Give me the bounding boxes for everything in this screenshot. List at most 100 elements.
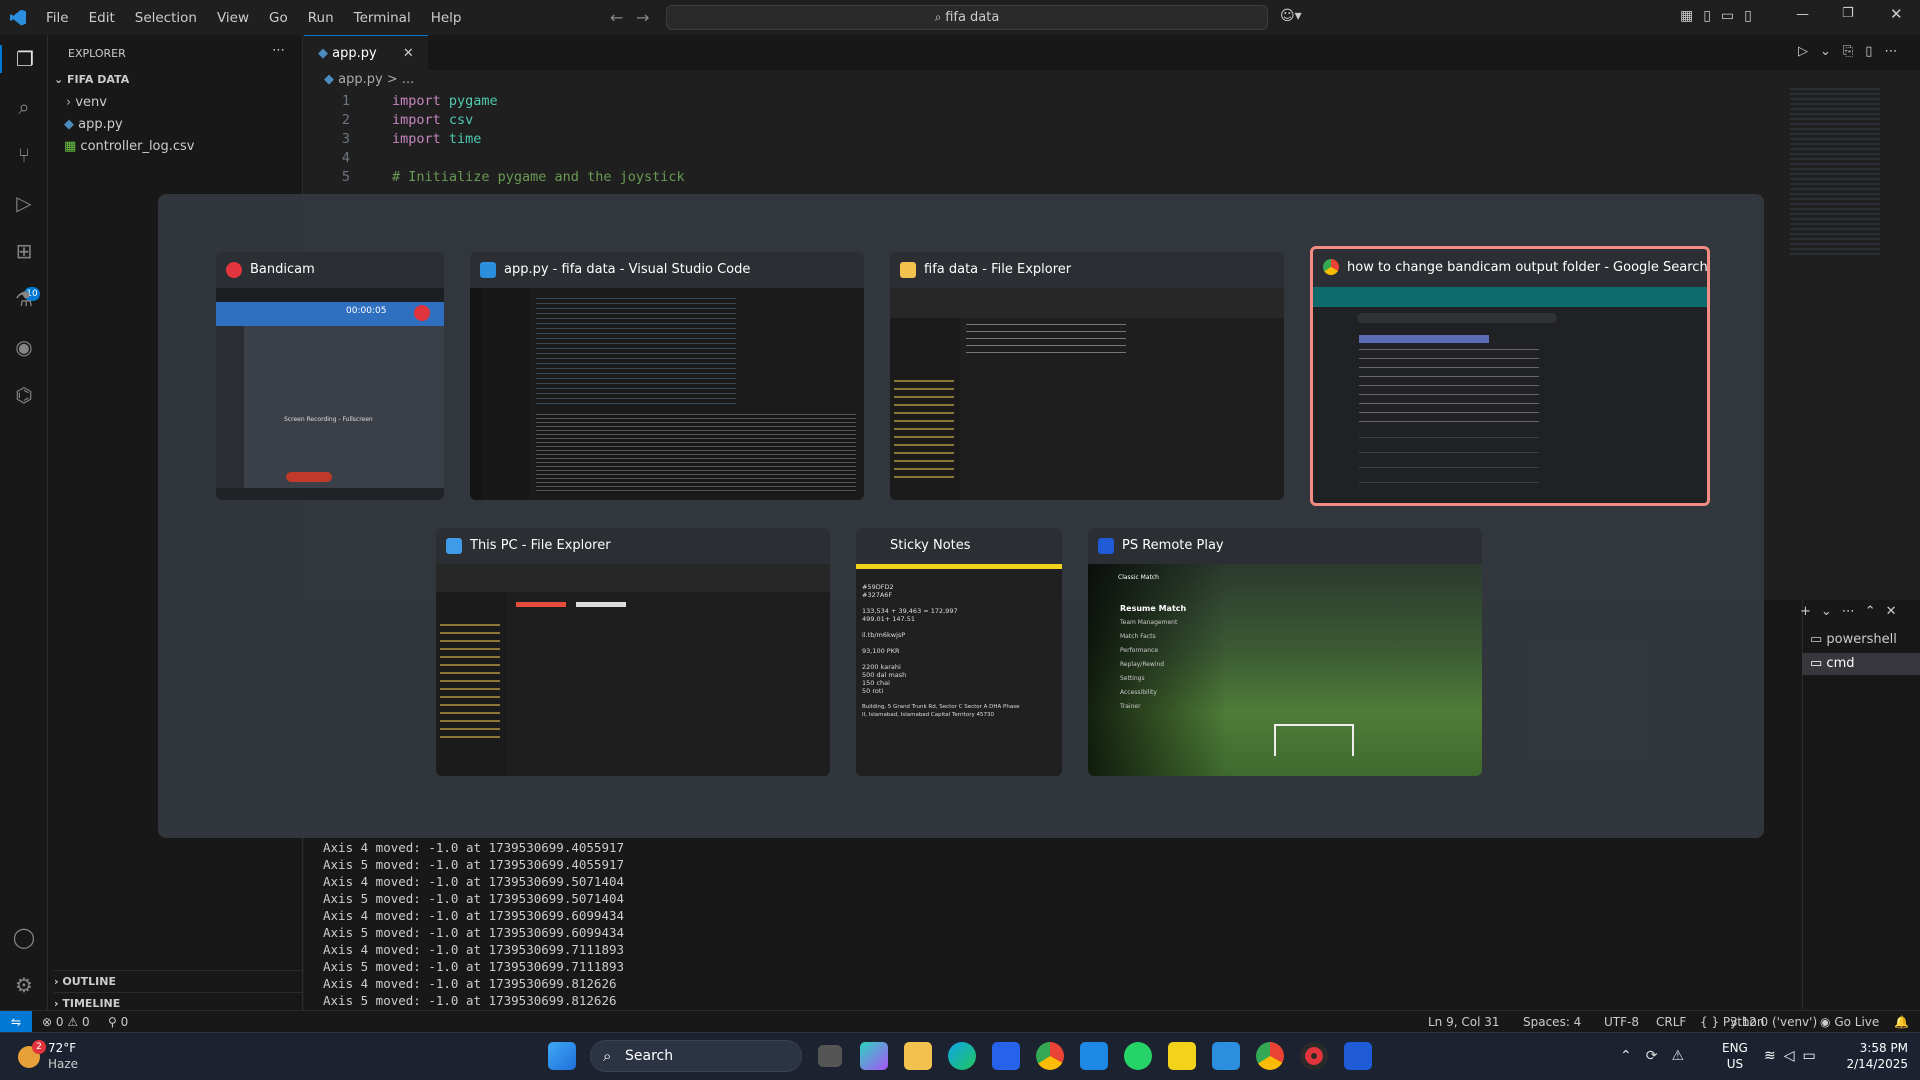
copilot-icon[interactable]: ☺▾ — [1280, 8, 1302, 24]
note-line: 2200 karahi — [862, 663, 901, 671]
chrome-icon[interactable] — [1036, 1042, 1064, 1070]
sticky-notes-icon[interactable] — [1168, 1042, 1196, 1070]
bandicam-taskbar-icon[interactable] — [1300, 1042, 1328, 1070]
search-icon[interactable]: ⌕ — [10, 93, 38, 121]
vscode-taskbar-icon[interactable] — [1212, 1042, 1240, 1070]
outline-section[interactable]: › OUTLINE — [54, 970, 302, 988]
tab-app-py[interactable]: ◆ app.py ✕ — [304, 35, 428, 70]
window-card-bandicam[interactable]: Bandicam 00:00:05 Screen Recording - Ful… — [216, 252, 444, 500]
terminal-actions[interactable]: +⌄⋯⌃✕ — [1800, 604, 1907, 619]
breadcrumb[interactable]: ◆ app.py > ... — [324, 72, 414, 87]
source-control-icon[interactable]: ⑂ — [10, 141, 38, 169]
clock[interactable]: 3:58 PM 2/14/2025 — [1838, 1040, 1908, 1072]
menu-edit[interactable]: Edit — [89, 10, 115, 26]
indentation[interactable]: Spaces: 4 — [1523, 1011, 1581, 1033]
forward-arrow-icon[interactable]: → — [636, 8, 649, 27]
window-card-vscode[interactable]: app.py - fifa data - Visual Studio Code — [470, 252, 864, 500]
close-tab-icon[interactable]: ✕ — [403, 46, 414, 61]
github-icon[interactable]: ◉ — [10, 333, 38, 361]
ps-remote-play-icon[interactable] — [1344, 1042, 1372, 1070]
testing-icon[interactable]: ⚗ — [10, 285, 38, 313]
remote-indicator[interactable]: ⇋ — [0, 1011, 32, 1033]
tree-item-controller-log[interactable]: ▦ controller_log.csv — [64, 139, 195, 154]
window-title: Sticky Notes — [890, 538, 971, 553]
network-volume-battery[interactable]: ≋◁▭ — [1764, 1048, 1824, 1064]
go-live[interactable]: ◉ Go Live — [1820, 1011, 1879, 1033]
note-line — [862, 623, 1056, 631]
window-preview — [436, 564, 830, 776]
task-view-icon[interactable] — [818, 1045, 842, 1067]
window-card-ps-remote-play[interactable]: PS Remote Play Classic Match Resume Matc… — [1088, 528, 1482, 776]
ports-indicator[interactable]: ⚲ 0 — [108, 1011, 128, 1033]
chrome-taskbar-icon-2[interactable] — [1256, 1042, 1284, 1070]
terminal-output[interactable]: Axis 4 moved: -1.0 at 1739530699.4055917… — [323, 839, 1023, 1009]
menu-run[interactable]: Run — [308, 10, 334, 26]
weather-widget[interactable]: 2 72°F Haze — [18, 1040, 118, 1072]
menu-go[interactable]: Go — [269, 10, 288, 26]
editor-actions[interactable]: ▷⌄⎘▯⋯ — [1798, 44, 1909, 59]
extensions-icon[interactable]: ⊞ — [10, 237, 38, 265]
eol[interactable]: CRLF — [1656, 1011, 1686, 1033]
encoding[interactable]: UTF-8 — [1604, 1011, 1639, 1033]
terminal-icon: ▭ — [1810, 656, 1827, 671]
menu-help[interactable]: Help — [431, 10, 462, 26]
interpreter[interactable]: 3.12.0 ('venv') — [1730, 1011, 1817, 1033]
minimize-button[interactable]: — — [1796, 7, 1809, 22]
shell-item-powershell[interactable]: ▭ powershell — [1810, 632, 1897, 647]
menu-terminal[interactable]: Terminal — [354, 10, 411, 26]
back-arrow-icon[interactable]: ← — [610, 8, 623, 27]
menu-view[interactable]: View — [217, 10, 249, 26]
taskbar-search[interactable]: ⌕ Search — [590, 1040, 802, 1072]
window-card-this-pc[interactable]: This PC - File Explorer — [436, 528, 830, 776]
code-view[interactable]: 1 import pygame 2 import csv 3 import time … — [320, 92, 1420, 187]
window-preview: 00:00:05 Screen Recording - Fullscreen — [216, 288, 444, 500]
cursor-position[interactable]: Ln 9, Col 31 — [1428, 1011, 1500, 1033]
weather-badge: 2 — [32, 1040, 46, 1054]
run-debug-icon[interactable]: ▷ — [10, 189, 38, 217]
language-indicator[interactable]: ENG US — [1722, 1040, 1748, 1072]
menu-file[interactable]: File — [46, 10, 69, 26]
note-line — [862, 599, 1056, 607]
shell-item-cmd[interactable]: ▭ cmd — [1802, 653, 1920, 675]
close-window-button[interactable]: ✕ — [1890, 5, 1903, 23]
language-code: ENG — [1722, 1041, 1748, 1055]
window-card-chrome-google-search[interactable]: how to change bandicam output folder - G… — [1310, 246, 1710, 506]
edge-icon[interactable] — [948, 1042, 976, 1070]
whatsapp-icon[interactable] — [1124, 1042, 1152, 1070]
timeline-section[interactable]: › TIMELINE — [54, 992, 302, 1010]
store-icon[interactable] — [992, 1042, 1020, 1070]
minimap[interactable] — [1790, 88, 1880, 258]
note-line — [862, 639, 1056, 647]
computer-icon — [446, 538, 462, 554]
tree-item-venv[interactable]: › venv — [66, 95, 107, 110]
window-card-sticky-notes[interactable]: Sticky Notes #59DFD2 #327A6F 133,534 + 3… — [856, 528, 1062, 776]
menu-bar: File Edit Selection View Go Run Terminal… — [36, 10, 471, 26]
mail-icon[interactable] — [1080, 1042, 1108, 1070]
file-explorer-icon[interactable] — [904, 1042, 932, 1070]
code-line: 2 import csv — [341, 112, 474, 128]
bell-icon[interactable]: 🔔 — [1894, 1011, 1909, 1033]
ps-menu-item: Performance — [1120, 647, 1159, 654]
command-center-search[interactable]: ⌕ fifa data — [666, 5, 1268, 30]
more-actions-icon[interactable]: ⋯ — [272, 43, 285, 58]
restore-button[interactable]: ❐ — [1842, 6, 1854, 21]
remote-explorer-icon[interactable]: ⌬ — [10, 381, 38, 409]
problems-indicator[interactable]: ⊗ 0 ⚠ 0 — [42, 1011, 90, 1033]
goal-frame — [1274, 724, 1354, 756]
account-icon[interactable]: ◯ — [10, 923, 38, 951]
copilot-icon[interactable] — [860, 1042, 888, 1070]
chevron-right-icon: › — [66, 95, 76, 110]
tree-item-app-py[interactable]: ◆ app.py — [64, 117, 123, 132]
layout-icons[interactable]: ▦▯▭▯ — [1680, 8, 1762, 24]
python-file-icon: ◆ — [324, 72, 339, 87]
bandicam-heading: Screen Recording - Fullscreen — [284, 416, 373, 423]
explorer-icon[interactable]: ❐ — [0, 45, 48, 73]
recording-timer: 00:00:05 — [346, 306, 387, 316]
start-button[interactable] — [548, 1042, 576, 1070]
window-title: PS Remote Play — [1122, 538, 1224, 553]
menu-selection[interactable]: Selection — [135, 10, 197, 26]
tray-icons[interactable]: ⌃⟳⚠ — [1620, 1048, 1698, 1064]
folder-header[interactable]: ⌄ FIFA DATA — [54, 73, 129, 86]
settings-gear-icon[interactable]: ⚙ — [10, 971, 38, 999]
window-card-file-explorer-fifa[interactable]: fifa data - File Explorer — [890, 252, 1284, 500]
